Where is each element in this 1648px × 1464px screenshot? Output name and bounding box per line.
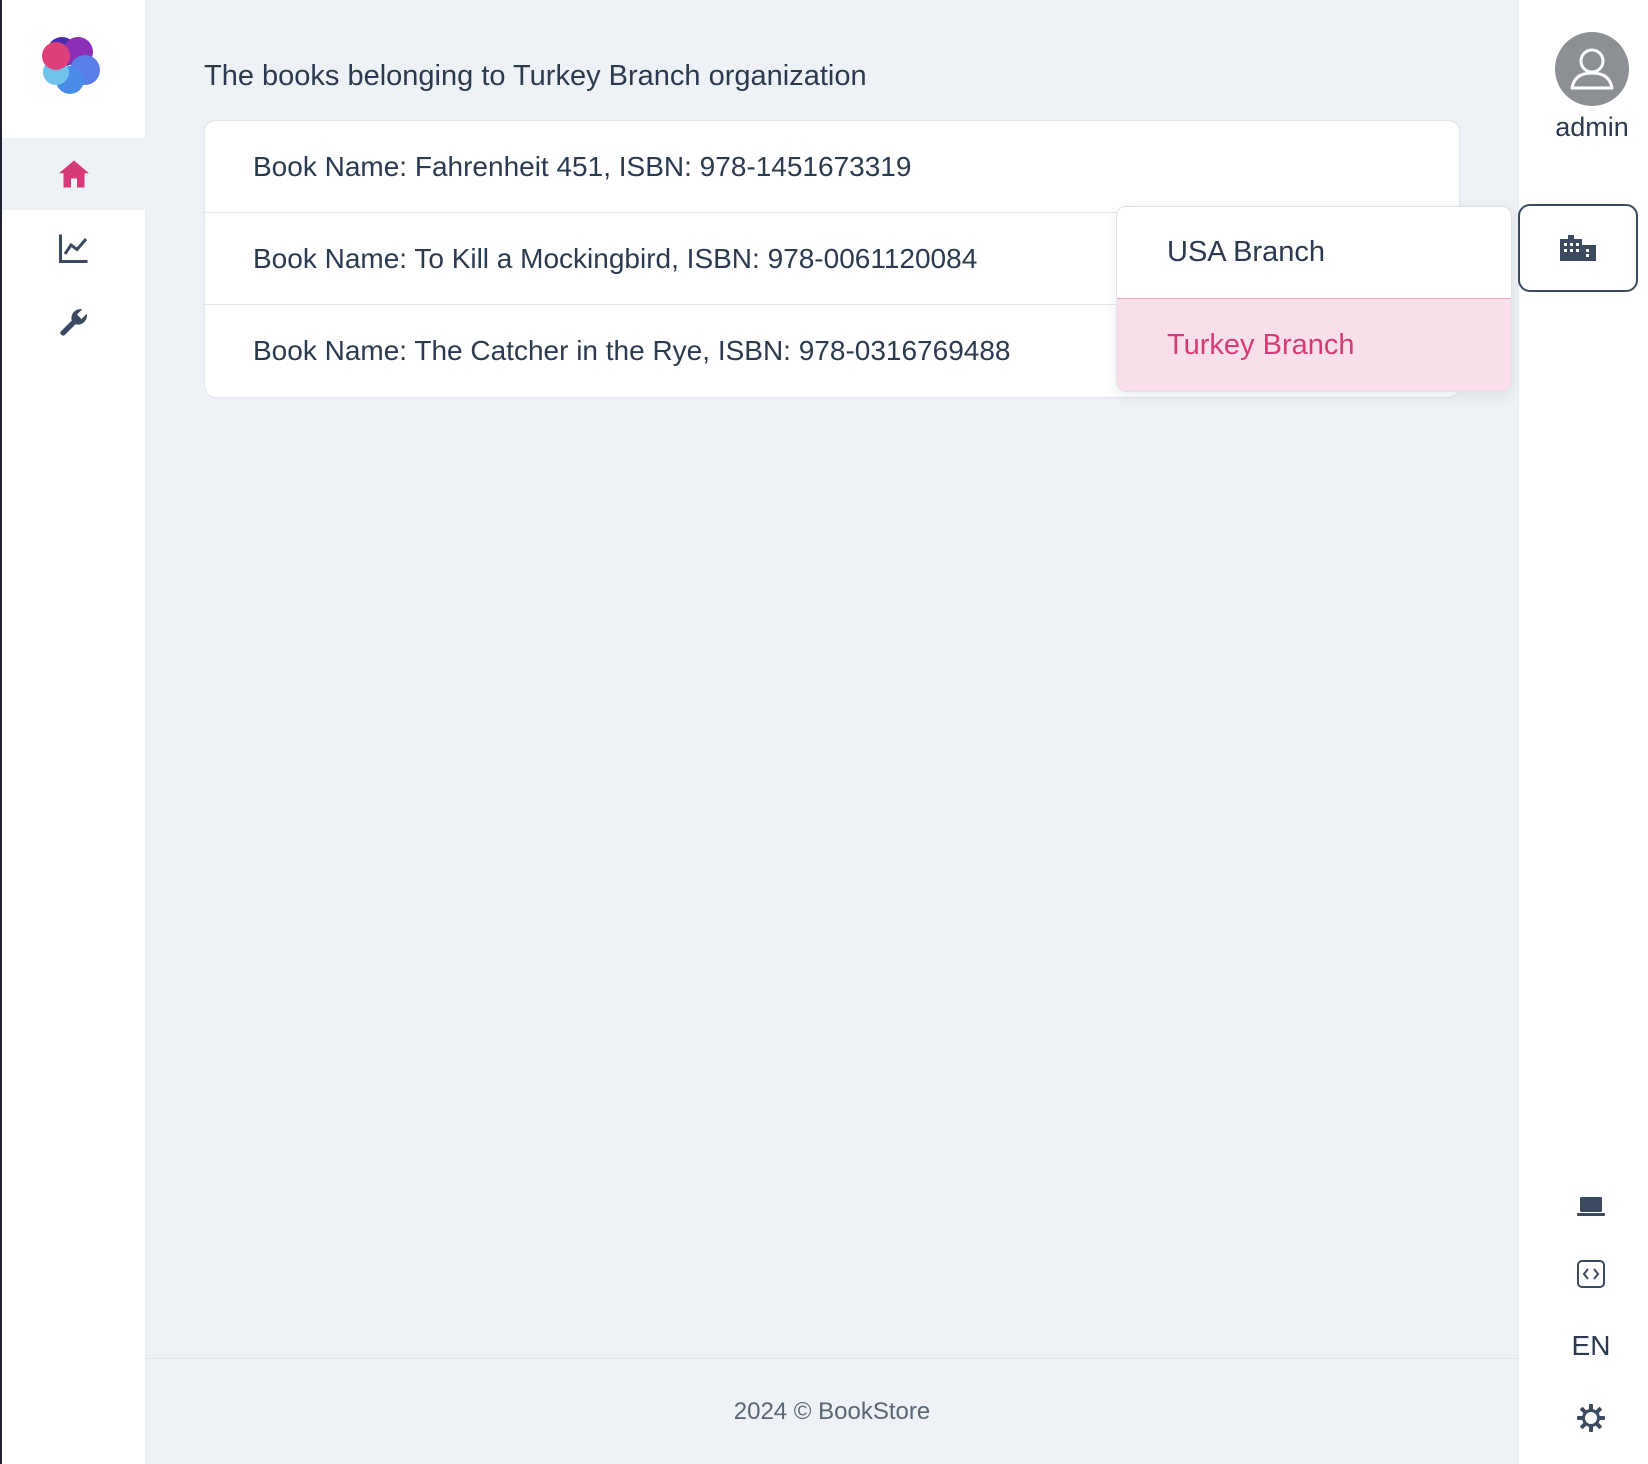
code-icon [1577, 1260, 1605, 1288]
language-button[interactable]: EN [1518, 1326, 1648, 1366]
user-icon [1570, 48, 1614, 90]
page-title: The books belonging to Turkey Branch org… [204, 60, 867, 92]
settings-button[interactable] [1518, 1398, 1648, 1438]
main-content: The books belonging to Turkey Branch org… [146, 0, 1518, 1358]
organization-dropdown-menu: USA Branch Turkey Branch [1116, 206, 1512, 392]
sidebar [2, 0, 146, 1464]
user-avatar[interactable] [1555, 32, 1629, 106]
gear-icon [1577, 1404, 1605, 1432]
book-list-item: Book Name: Fahrenheit 451, ISBN: 978-145… [205, 121, 1459, 213]
username[interactable]: admin [1519, 112, 1648, 143]
sidebar-item-home[interactable] [2, 138, 146, 210]
app-logo[interactable] [40, 32, 106, 98]
org-option-turkey-branch[interactable]: Turkey Branch [1117, 299, 1511, 391]
footer-copyright: 2024 © BookStore [733, 1397, 931, 1425]
organization-switch-button[interactable] [1518, 204, 1638, 292]
sidebar-item-dashboard[interactable] [2, 212, 146, 284]
wrench-icon [60, 309, 87, 336]
laptop-button[interactable] [1518, 1186, 1648, 1226]
footer: 2024 © BookStore [146, 1358, 1518, 1464]
code-button[interactable] [1518, 1254, 1648, 1294]
laptop-icon [1577, 1197, 1605, 1216]
sidebar-item-administration[interactable] [2, 286, 146, 358]
chart-line-icon [59, 234, 88, 263]
building-icon [1560, 235, 1596, 261]
language-label: EN [1571, 1330, 1611, 1361]
org-option-usa-branch[interactable]: USA Branch [1117, 207, 1511, 299]
home-icon [59, 160, 89, 188]
